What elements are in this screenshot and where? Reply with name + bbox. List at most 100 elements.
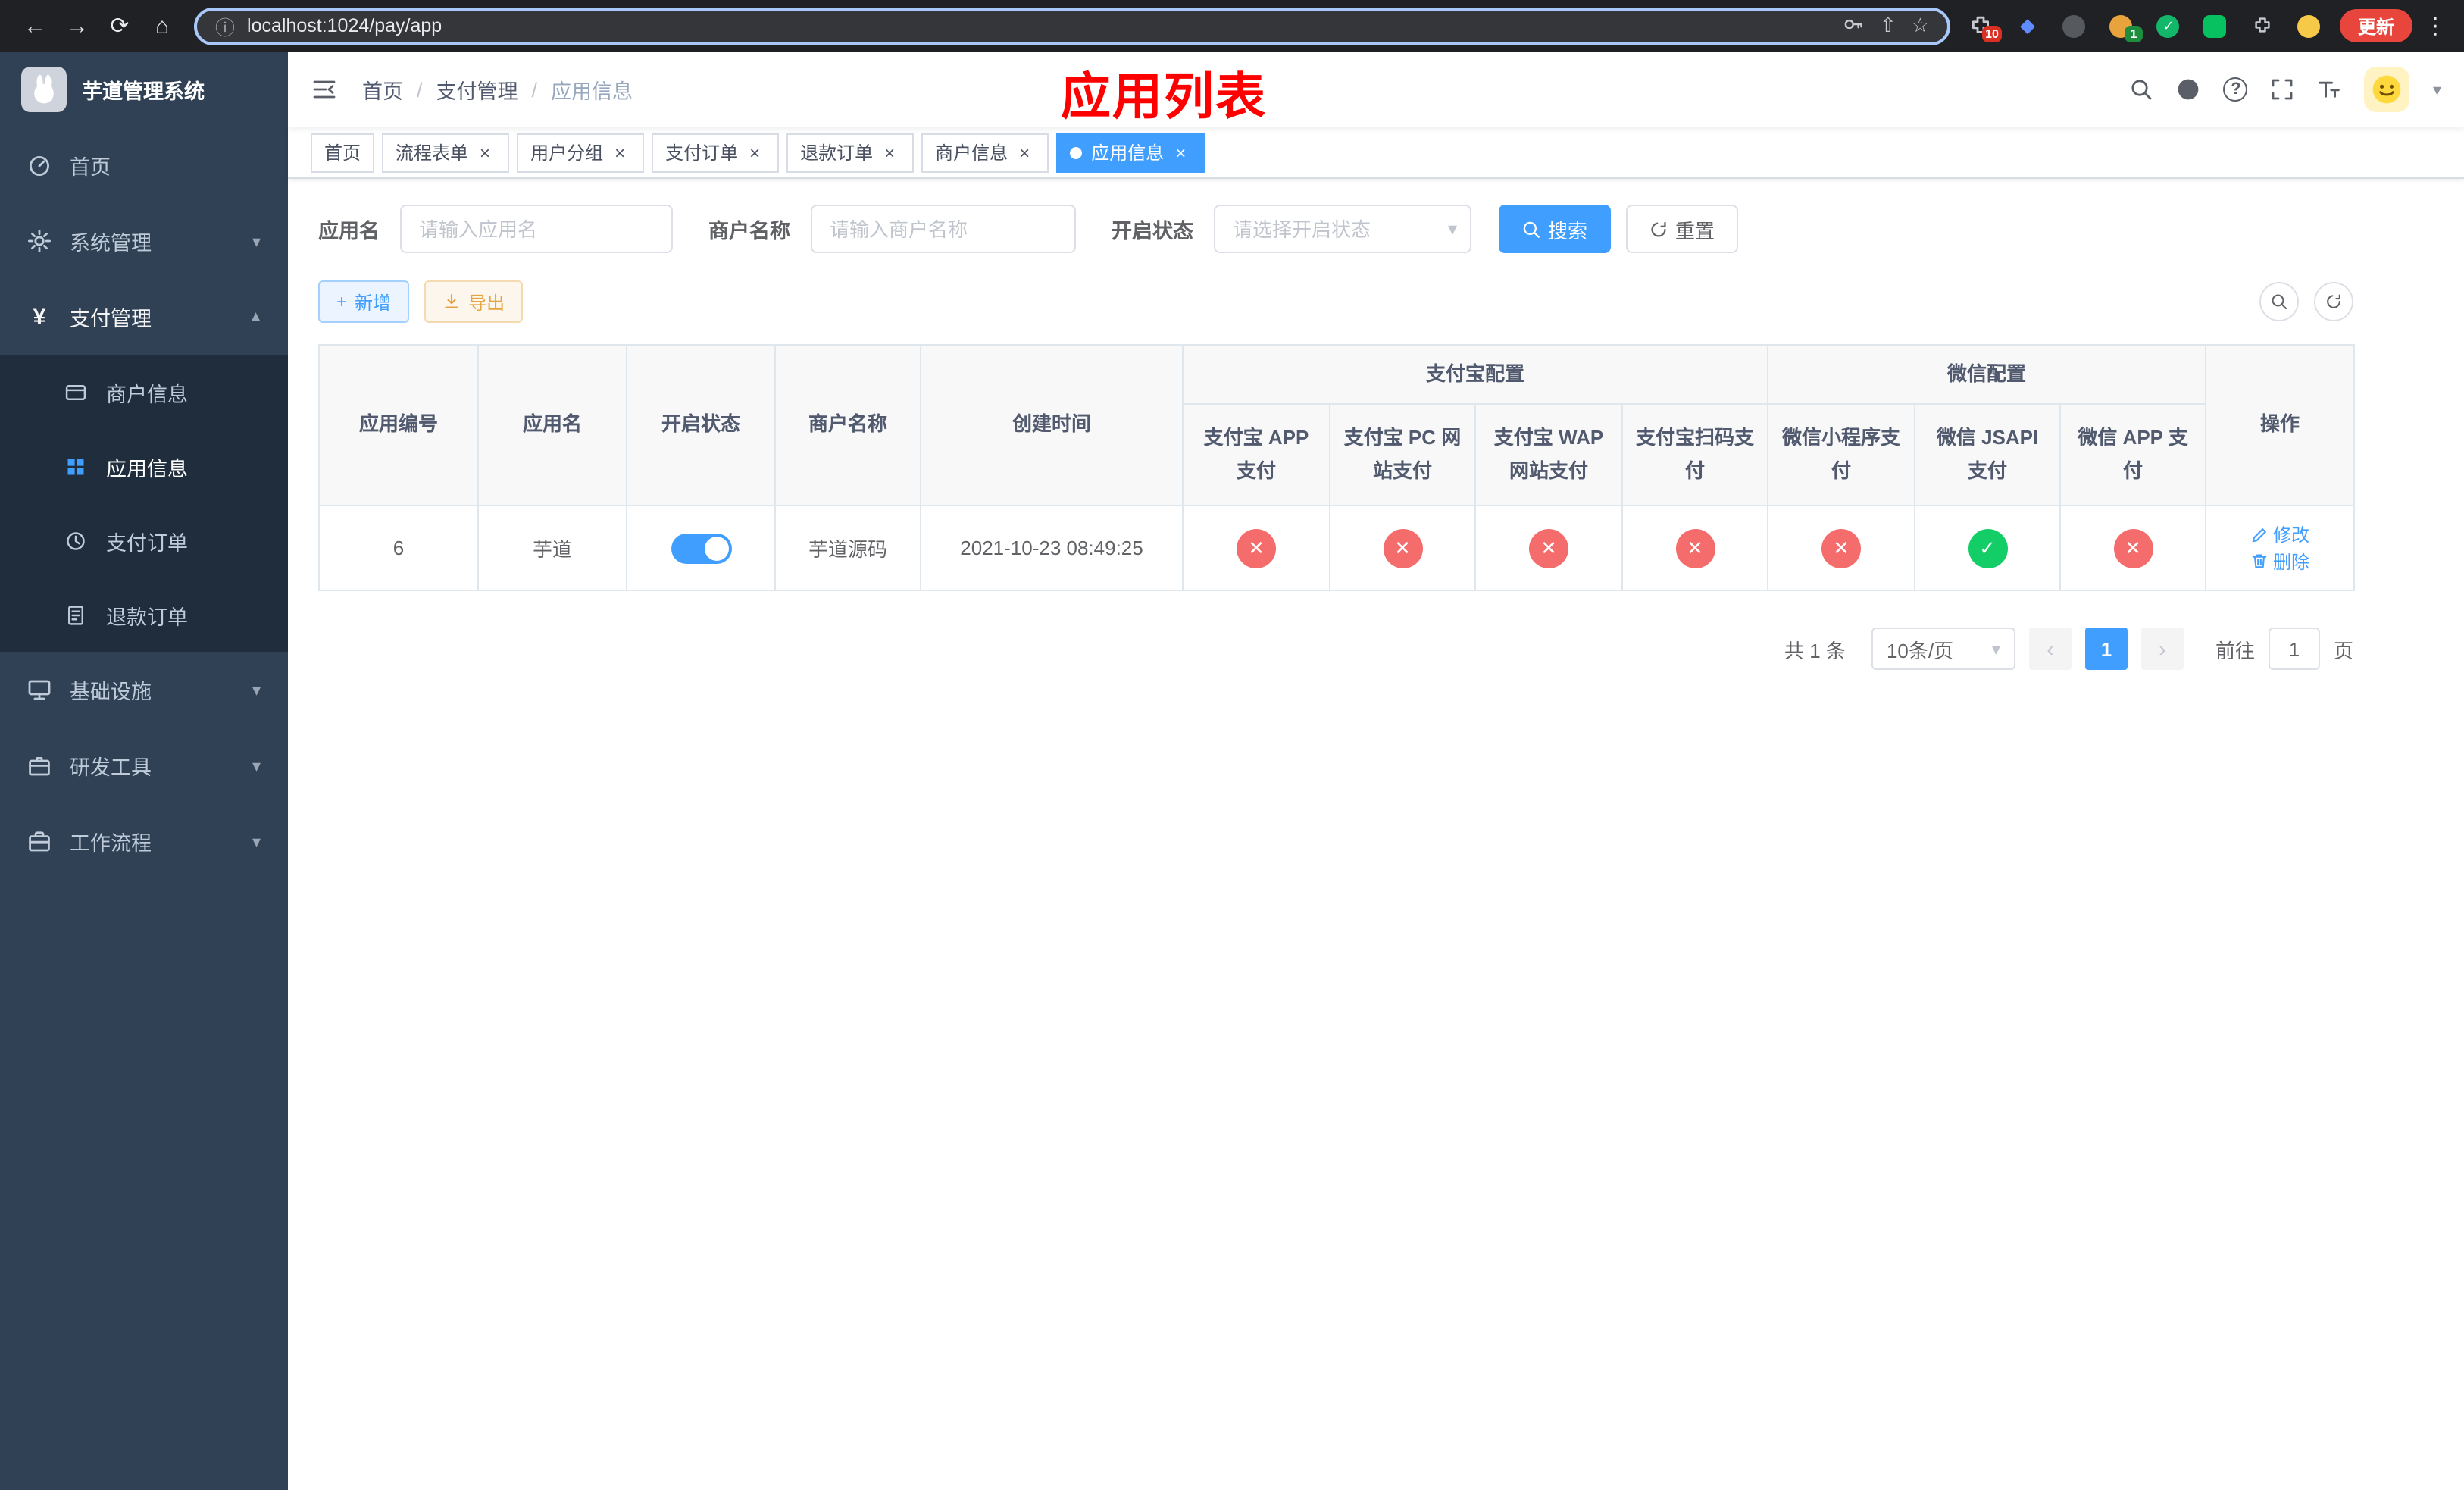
col-header-alipay-wap: 支付宝 WAP 网站支付 — [1474, 403, 1623, 506]
address-bar[interactable]: ⓘ localhost:1024/pay/app ⇧ ☆ — [194, 7, 1950, 45]
chevron-down-icon: ▾ — [252, 757, 261, 775]
col-header-wechat-mini: 微信小程序支付 — [1767, 403, 1916, 506]
cell-actions: 修改 删除 — [2205, 505, 2356, 591]
sidebar-item-infrastructure[interactable]: 基础设施 ▾ — [0, 652, 288, 728]
status-select[interactable] — [1213, 205, 1471, 253]
col-header-wechat-jsapi: 微信 JSAPI 支付 — [1914, 403, 2062, 506]
user-avatar[interactable] — [2364, 67, 2410, 112]
sidebar-item-label: 支付订单 — [106, 531, 188, 554]
wechat-jsapi-status-icon: ✓ — [1968, 528, 2008, 568]
page-title: 应用列表 — [1061, 68, 1267, 124]
close-icon[interactable]: × — [609, 142, 630, 163]
tab-merchant-info[interactable]: 商户信息 × — [921, 133, 1049, 172]
sidebar-item-app-info[interactable]: 应用信息 — [0, 429, 288, 503]
breadcrumb-home[interactable]: 首页 — [362, 74, 403, 105]
bookmark-star-icon[interactable]: ☆ — [1912, 14, 1929, 38]
next-page-button[interactable]: › — [2140, 628, 2184, 670]
extensions-puzzle-icon[interactable]: 10 — [1962, 8, 2002, 44]
current-page-button[interactable]: 1 — [2084, 628, 2128, 670]
col-header-alipay-app: 支付宝 APP 支付 — [1182, 403, 1330, 506]
add-button[interactable]: + 新增 — [318, 280, 410, 323]
profile-extension-icon[interactable]: 1 — [2103, 8, 2143, 44]
col-header-wechat-app: 微信 APP 支付 — [2059, 403, 2207, 506]
delete-link[interactable]: 删除 — [2250, 548, 2309, 574]
tab-refund-orders[interactable]: 退款订单 × — [786, 133, 915, 172]
wechat-app-status-icon: ✕ — [2113, 528, 2153, 568]
browser-update-button[interactable]: 更新 — [2339, 9, 2412, 42]
tab-app-info[interactable]: 应用信息 × — [1056, 133, 1205, 172]
search-button[interactable]: 搜索 — [1498, 205, 1611, 253]
breadcrumb-payment[interactable]: 支付管理 — [436, 74, 518, 105]
sidebar-item-workflow[interactable]: 工作流程 ▾ — [0, 803, 288, 879]
sidebar-item-pay-orders[interactable]: 支付订单 — [0, 503, 288, 578]
browser-menu-icon[interactable]: ⋮ — [2422, 12, 2449, 39]
github-icon[interactable] — [2177, 77, 2201, 102]
briefcase-icon — [27, 829, 52, 853]
main-content: 应用名 商户名称 开启状态 ▾ 搜索 — [288, 179, 2464, 1490]
toggle-search-button[interactable] — [2259, 282, 2299, 321]
goto-page-input[interactable] — [2268, 628, 2320, 670]
pin-extension-icon[interactable] — [2244, 8, 2281, 44]
col-header-alipay-pc: 支付宝 PC 网站支付 — [1329, 403, 1476, 506]
browser-forward-icon[interactable]: → — [58, 6, 97, 45]
close-icon[interactable]: × — [744, 142, 765, 163]
sidebar-item-refund-orders[interactable]: 退款订单 — [0, 578, 288, 652]
browser-back-icon[interactable]: ← — [15, 6, 55, 45]
extension-green-check-icon[interactable]: ✓ — [2150, 8, 2187, 44]
chevron-down-icon: ▾ — [252, 681, 261, 700]
export-button-label: 导出 — [468, 292, 505, 313]
tab-pay-orders[interactable]: 支付订单 × — [652, 133, 780, 172]
close-icon[interactable]: × — [1014, 142, 1035, 163]
sidebar-collapse-icon[interactable] — [311, 76, 338, 103]
refresh-button[interactable] — [2314, 282, 2353, 321]
extension-blue-diamond-icon[interactable]: ◆ — [2009, 8, 2046, 44]
browser-reload-icon[interactable]: ⟳ — [100, 6, 139, 45]
chevron-down-icon[interactable]: ▾ — [2433, 80, 2441, 99]
tab-user-group[interactable]: 用户分组 × — [517, 133, 645, 172]
fullscreen-icon[interactable] — [2271, 77, 2295, 102]
extension-dark-circle-icon[interactable] — [2056, 8, 2093, 44]
close-icon[interactable]: × — [1170, 142, 1191, 163]
app-logo[interactable]: 芋道管理系统 — [0, 52, 288, 127]
browser-toolbar: ← → ⟳ ⌂ ⓘ localhost:1024/pay/app ⇧ ☆ 10 … — [0, 0, 2464, 52]
edit-link[interactable]: 修改 — [2250, 521, 2309, 547]
alipay-wap-status-icon: ✕ — [1529, 528, 1568, 568]
sidebar-item-dev-tools[interactable]: 研发工具 ▾ — [0, 728, 288, 803]
status-toggle[interactable] — [671, 533, 731, 563]
font-size-icon[interactable] — [2318, 77, 2342, 102]
chevron-down-icon: ▾ — [252, 233, 261, 251]
filter-form: 应用名 商户名称 开启状态 ▾ 搜索 — [318, 205, 2353, 253]
tab-home[interactable]: 首页 — [311, 133, 375, 172]
browser-home-icon[interactable]: ⌂ — [142, 6, 182, 45]
extension-green-square-icon[interactable] — [2197, 8, 2234, 44]
site-info-icon[interactable]: ⓘ — [215, 11, 235, 40]
sidebar-item-merchant-info[interactable]: 商户信息 — [0, 355, 288, 429]
export-button[interactable]: 导出 — [424, 280, 524, 323]
face-extension-icon[interactable] — [2291, 8, 2328, 44]
close-icon[interactable]: × — [474, 142, 496, 163]
tab-label: 首页 — [324, 142, 361, 164]
tab-label: 支付订单 — [665, 142, 739, 164]
cell-app-id: 6 — [318, 505, 479, 591]
grid-icon — [64, 455, 88, 477]
sidebar-menu: 首页 系统管理 ▾ ¥ 支付管理 ▾ 商户信息 应用信息 支付订单 退款订单 基… — [0, 127, 288, 879]
help-icon[interactable]: ? — [2223, 77, 2248, 102]
sidebar-item-system[interactable]: 系统管理 ▾ — [0, 203, 288, 279]
credit-card-icon — [64, 381, 88, 402]
cell-merchant: 芋道源码 — [774, 505, 921, 591]
sidebar-item-label: 支付管理 — [70, 308, 152, 330]
page-size-select[interactable]: 10条/页 ▾ — [1871, 628, 2015, 670]
tab-process-form[interactable]: 流程表单 × — [382, 133, 510, 172]
password-key-icon[interactable] — [1843, 13, 1865, 39]
tab-label: 退款订单 — [800, 142, 874, 164]
share-icon[interactable]: ⇧ — [1880, 14, 1896, 38]
close-icon[interactable]: × — [879, 142, 900, 163]
sidebar-item-payment[interactable]: ¥ 支付管理 ▾ — [0, 279, 288, 355]
reset-button[interactable]: 重置 — [1625, 205, 1738, 253]
navbar: 首页 / 支付管理 / 应用信息 ? ▾ — [288, 52, 2464, 127]
app-name-input[interactable] — [399, 205, 672, 253]
sidebar-item-home[interactable]: 首页 — [0, 127, 288, 203]
merchant-name-input[interactable] — [810, 205, 1075, 253]
search-icon[interactable] — [2130, 77, 2154, 102]
prev-page-button[interactable]: ‹ — [2028, 628, 2072, 670]
